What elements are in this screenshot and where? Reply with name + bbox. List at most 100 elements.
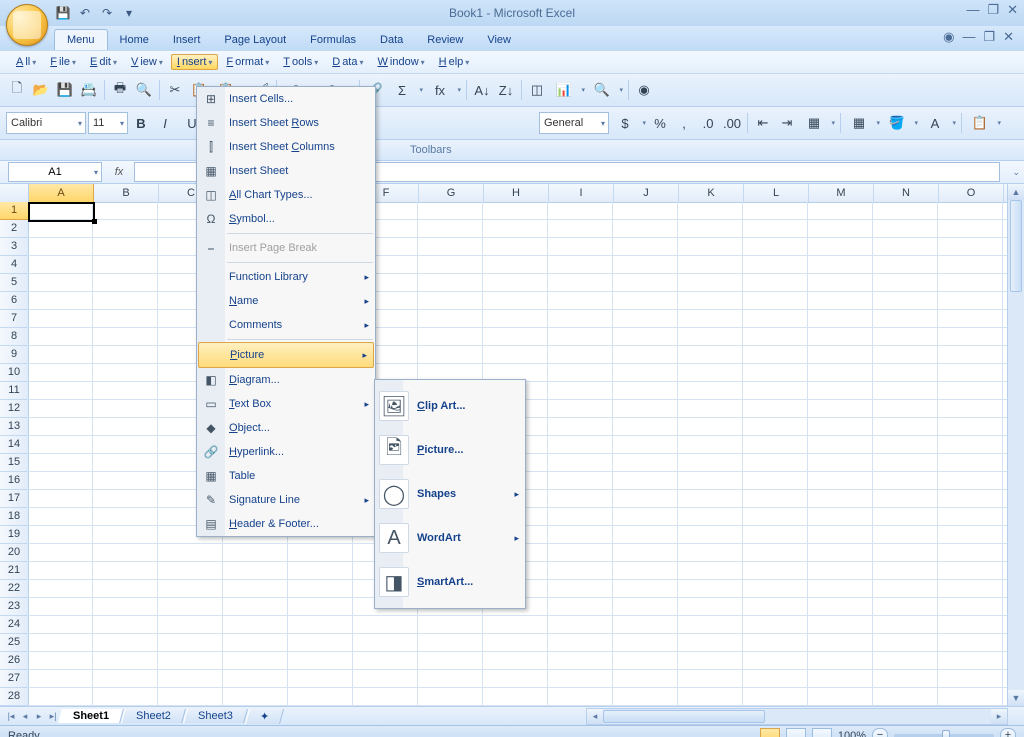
zoom-out-button[interactable]: − — [872, 728, 888, 737]
submenu-item-wordart[interactable]: AWordArt▸ — [375, 516, 525, 560]
qat-undo-icon[interactable]: ↶ — [76, 4, 94, 22]
expand-formula-bar-icon[interactable]: ⌄ — [1012, 167, 1020, 178]
menu-view[interactable]: View ▾ — [125, 54, 169, 70]
row-header[interactable]: 6 — [0, 292, 28, 310]
toolbar-button[interactable]: 📊 — [550, 79, 586, 101]
toolbar-button[interactable]: A↓ — [471, 79, 493, 101]
row-header[interactable]: 10 — [0, 364, 28, 382]
help-icon[interactable]: ◉ — [943, 29, 954, 45]
row-header[interactable]: 27 — [0, 670, 28, 688]
row-header[interactable]: 19 — [0, 526, 28, 544]
insert-sheet-tab[interactable]: ✦ — [245, 709, 284, 724]
menu-item-hyperlink[interactable]: 🔗Hyperlink... — [197, 440, 375, 464]
menu-item-insert-sheet[interactable]: ▦Insert Sheet — [197, 159, 375, 183]
column-header[interactable]: B — [94, 184, 159, 202]
column-header[interactable]: N — [874, 184, 939, 202]
toolbar-button[interactable]: Σ — [388, 79, 424, 101]
menu-item-insert-cells[interactable]: ⊞Insert Cells... — [197, 87, 375, 111]
select-all-corner[interactable] — [0, 184, 29, 202]
toolbar-button[interactable]: 💾 — [54, 79, 76, 101]
row-header[interactable]: 21 — [0, 562, 28, 580]
format-button[interactable]: .0 — [697, 112, 719, 134]
menu-data[interactable]: Data ▾ — [326, 54, 369, 70]
toolbar-button[interactable]: Z↓ — [495, 79, 517, 101]
ribbon-tab-formulas[interactable]: Formulas — [298, 30, 368, 50]
office-button[interactable] — [6, 4, 48, 46]
horizontal-scroll-thumb[interactable] — [603, 710, 765, 723]
toolbar-button[interactable]: 🖶 — [109, 79, 131, 101]
page-break-view-button[interactable] — [812, 728, 832, 737]
format-button[interactable]: A — [921, 112, 957, 134]
sheet-tab[interactable]: Sheet1 — [58, 709, 124, 723]
ribbon-tab-data[interactable]: Data — [368, 30, 415, 50]
menu-item-all-chart-types[interactable]: ◫All Chart Types... — [197, 183, 375, 207]
row-header[interactable]: 22 — [0, 580, 28, 598]
first-sheet-button[interactable]: |◂ — [4, 711, 18, 722]
format-button[interactable]: , — [673, 112, 695, 134]
menu-item-comments[interactable]: Comments▸ — [197, 313, 375, 337]
column-header[interactable]: G — [419, 184, 484, 202]
menu-item-diagram[interactable]: ◧Diagram... — [197, 368, 375, 392]
row-header[interactable]: 3 — [0, 238, 28, 256]
ribbon-tab-home[interactable]: Home — [108, 30, 161, 50]
menu-insert[interactable]: Insert ▾ — [171, 54, 219, 70]
font-size-combo[interactable]: 11 — [88, 112, 128, 134]
format-button[interactable]: I — [154, 112, 176, 134]
toolbar-button[interactable]: 📂 — [30, 79, 52, 101]
prev-sheet-button[interactable]: ◂ — [18, 711, 32, 722]
close-button[interactable]: ✕ — [1007, 2, 1018, 18]
row-header[interactable]: 24 — [0, 616, 28, 634]
number-format-combo[interactable]: General — [539, 112, 609, 134]
mdi-restore-button[interactable]: ❐ — [983, 29, 995, 45]
row-header[interactable]: 16 — [0, 472, 28, 490]
scroll-down-button[interactable]: ▼ — [1008, 690, 1024, 706]
column-header[interactable]: L — [744, 184, 809, 202]
row-header[interactable]: 8 — [0, 328, 28, 346]
ribbon-tab-menu[interactable]: Menu — [54, 29, 108, 50]
row-header[interactable]: 11 — [0, 382, 28, 400]
row-header[interactable]: 4 — [0, 256, 28, 274]
sheet-tab[interactable]: Sheet2 — [121, 709, 186, 723]
scroll-left-button[interactable]: ◂ — [587, 709, 603, 724]
scroll-right-button[interactable]: ▸ — [991, 709, 1007, 724]
row-header[interactable]: 7 — [0, 310, 28, 328]
ribbon-tab-page-layout[interactable]: Page Layout — [212, 30, 298, 50]
column-header[interactable]: A — [29, 184, 94, 202]
row-header[interactable]: 18 — [0, 508, 28, 526]
ribbon-tab-review[interactable]: Review — [415, 30, 475, 50]
restore-button[interactable]: ❐ — [987, 2, 999, 18]
menu-item-symbol[interactable]: ΩSymbol... — [197, 207, 375, 231]
row-header[interactable]: 26 — [0, 652, 28, 670]
vertical-scrollbar[interactable]: ▲ ▼ — [1007, 184, 1024, 706]
page-layout-view-button[interactable] — [786, 728, 806, 737]
menu-item-insert-sheet-rows[interactable]: ≡Insert Sheet Rows — [197, 111, 375, 135]
toolbar-button[interactable]: ◉ — [633, 79, 655, 101]
next-sheet-button[interactable]: ▸ — [32, 711, 46, 722]
horizontal-scrollbar[interactable]: ◂ ▸ — [586, 708, 1008, 725]
row-header[interactable]: 17 — [0, 490, 28, 508]
format-button[interactable]: .00 — [721, 112, 743, 134]
column-header[interactable]: J — [614, 184, 679, 202]
menu-edit[interactable]: Edit ▾ — [84, 54, 123, 70]
font-name-combo[interactable]: Calibri — [6, 112, 86, 134]
fx-button[interactable]: fx — [108, 163, 130, 181]
column-header[interactable]: H — [484, 184, 549, 202]
menu-all[interactable]: All ▾ — [10, 54, 42, 70]
row-header[interactable]: 12 — [0, 400, 28, 418]
menu-item-signature-line[interactable]: ✎Signature Line▸ — [197, 488, 375, 512]
row-header[interactable]: 23 — [0, 598, 28, 616]
row-header[interactable]: 2 — [0, 220, 28, 238]
minimize-button[interactable]: — — [966, 2, 979, 18]
ribbon-tab-view[interactable]: View — [475, 30, 523, 50]
menu-item-picture[interactable]: Picture▸ — [198, 342, 374, 368]
format-button[interactable]: % — [649, 112, 671, 134]
format-button[interactable]: B — [130, 112, 152, 134]
ribbon-tab-insert[interactable]: Insert — [161, 30, 213, 50]
row-header[interactable]: 9 — [0, 346, 28, 364]
toolbar-button[interactable]: 📇 — [78, 79, 100, 101]
row-header[interactable]: 1 — [0, 202, 28, 220]
toolbar-button[interactable]: 🔍 — [133, 79, 155, 101]
format-button[interactable]: $ — [611, 112, 647, 134]
toolbar-button[interactable]: ◫ — [526, 79, 548, 101]
menu-tools[interactable]: Tools ▾ — [277, 54, 324, 70]
